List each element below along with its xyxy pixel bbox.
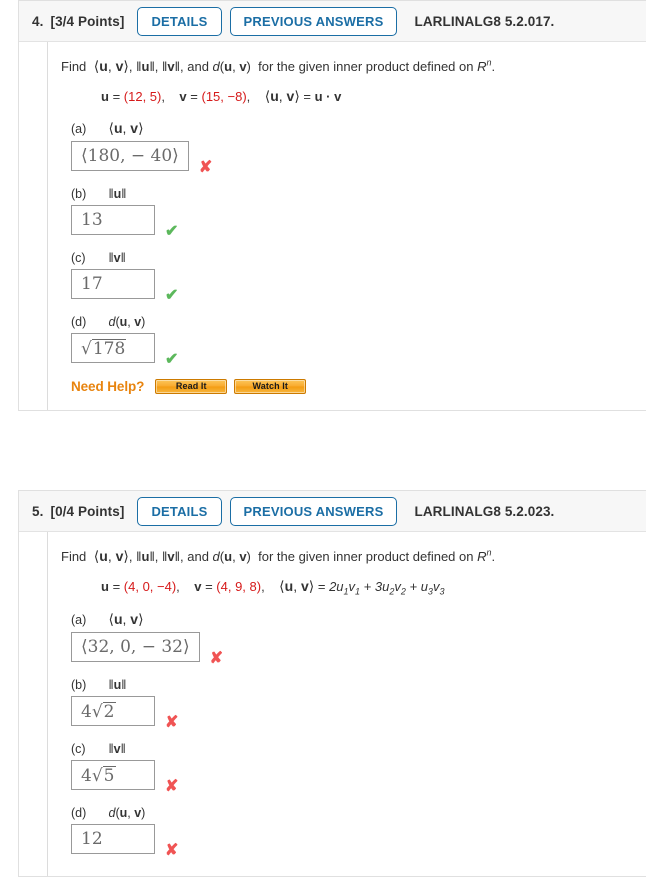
status-icon-wrong-5a: ✘ <box>209 649 224 667</box>
part-c-5: (c) ‖v‖ 4 √ 5 ✘ <box>71 741 646 794</box>
read-it-button-4[interactable]: Read It <box>155 378 228 394</box>
answer-input-4a[interactable]: ⟨180, − 40⟩ <box>71 140 189 171</box>
question-body-5: Find ⟨u, v⟩, ‖u‖, ‖v‖, and d(u, v) for t… <box>19 532 646 876</box>
answer-input-4b[interactable]: 13 <box>71 204 155 235</box>
part-b-tag-5: (b) <box>71 677 87 692</box>
question-number-5: 5. <box>32 503 44 519</box>
sqrt-icon-5b: √ <box>91 701 103 722</box>
prompt-tail-5: for the given inner product defined on <box>258 549 474 564</box>
part-c-tag-5: (c) <box>71 741 86 756</box>
answer-input-5d[interactable]: 12 <box>71 823 155 854</box>
answer-value-4d: 178 <box>91 338 127 359</box>
question-points-5: [0/4 Points] <box>50 503 125 519</box>
part-d-tag-4: (d) <box>71 314 87 329</box>
previous-answers-button-5[interactable]: PREVIOUS ANSWERS <box>229 496 398 526</box>
status-icon-correct-4c: ✔ <box>165 286 179 304</box>
prompt-period-4: . <box>491 59 496 74</box>
part-d-tag-5: (d) <box>71 805 87 820</box>
given-v-value-5: (4, 9, 8) <box>216 579 262 594</box>
question-givens-5: u = (4, 0, −4), v = (4, 9, 8), ⟨u, v⟩ = … <box>101 578 445 597</box>
part-c-4: (c) ‖v‖ 17 ✔ <box>71 250 646 303</box>
question-code-4: LARLINALG8 5.2.017. <box>414 13 555 29</box>
answer-coef-5c: 4 <box>81 765 92 786</box>
question-prompt-5: Find ⟨u, v⟩, ‖u‖, ‖v‖, and d(u, v) for t… <box>61 547 496 564</box>
part-d-4: (d) d(u, v) √ 178 ✔ <box>71 314 646 367</box>
answer-value-5b: 2 <box>102 701 116 722</box>
part-c-label-5: (c) ‖v‖ <box>71 741 126 756</box>
answer-value-5c: 5 <box>102 765 116 786</box>
part-b-label-5: (b) ‖u‖ <box>71 677 127 692</box>
prompt-space-5: R <box>477 549 487 564</box>
part-b-label-4: (b) ‖u‖ <box>71 186 127 201</box>
status-icon-wrong-4a: ✘ <box>198 158 213 176</box>
part-c-label-4: (c) ‖v‖ <box>71 250 126 265</box>
part-b-tag-4: (b) <box>71 186 87 201</box>
answer-input-5a[interactable]: ⟨32, 0, − 32⟩ <box>71 631 200 662</box>
part-b-5: (b) ‖u‖ 4 √ 2 ✘ <box>71 677 646 730</box>
indent-rule-4 <box>47 42 48 410</box>
part-a-label-4: (a) ⟨u, v⟩ <box>71 119 144 136</box>
part-a-tag-4: (a) <box>71 121 87 136</box>
need-help-section-4: Need Help? Read It Watch It <box>71 378 646 394</box>
details-button-4[interactable]: DETAILS <box>137 6 222 36</box>
answer-input-5b[interactable]: 4 √ 2 <box>71 695 155 726</box>
part-a-5: (a) ⟨u, v⟩ ⟨32, 0, − 32⟩ ✘ <box>71 610 646 666</box>
question-points-4: [3/4 Points] <box>50 13 125 29</box>
question-prompt-4: Find ⟨u, v⟩, ‖u‖, ‖v‖, and d(u, v) for t… <box>61 57 496 74</box>
sqrt-icon-5c: √ <box>91 765 103 786</box>
status-icon-wrong-5d: ✘ <box>165 841 179 859</box>
part-c-tag-4: (c) <box>71 250 86 265</box>
given-u-value-4: (12, 5) <box>123 89 162 104</box>
inner-product-def-5: 2u1v1 + 3u2v2 + u3v3 <box>329 579 445 597</box>
status-icon-wrong-5c: ✘ <box>165 777 179 795</box>
status-icon-correct-4d: ✔ <box>165 350 179 368</box>
answer-input-5c[interactable]: 4 √ 5 <box>71 759 155 790</box>
part-a-tag-5: (a) <box>71 612 87 627</box>
part-d-label-4: (d) d(u, v) <box>71 314 146 329</box>
indent-rule-5 <box>47 532 48 876</box>
answer-coef-5b: 4 <box>81 701 92 722</box>
prompt-space-4: R <box>477 59 487 74</box>
part-a-4: (a) ⟨u, v⟩ ⟨180, − 40⟩ ✘ <box>71 119 646 175</box>
given-v-value-4: (15, −8) <box>201 89 247 104</box>
question-code-5: LARLINALG8 5.2.023. <box>414 503 555 519</box>
given-u-value-5: (4, 0, −4) <box>123 579 177 594</box>
question-body-4: Find ⟨u, v⟩, ‖u‖, ‖v‖, and d(u, v) for t… <box>19 42 646 410</box>
question-header-5: 5. [0/4 Points] DETAILS PREVIOUS ANSWERS… <box>19 491 646 532</box>
given-u-label-4: u <box>101 89 109 104</box>
prompt-lead-4: Find <box>61 59 87 74</box>
given-u-label-5: u <box>101 579 109 594</box>
details-button-5[interactable]: DETAILS <box>137 496 222 526</box>
question-card-5: 5. [0/4 Points] DETAILS PREVIOUS ANSWERS… <box>18 490 646 877</box>
prompt-lead-5: Find <box>61 549 87 564</box>
question-card-4: 4. [3/4 Points] DETAILS PREVIOUS ANSWERS… <box>18 0 646 411</box>
answer-input-4c[interactable]: 17 <box>71 268 155 299</box>
given-v-label-4: v <box>179 89 187 104</box>
part-d-label-5: (d) d(u, v) <box>71 805 146 820</box>
question-number-4: 4. <box>32 13 44 29</box>
given-v-label-5: v <box>194 579 202 594</box>
part-a-label-5: (a) ⟨u, v⟩ <box>71 610 144 627</box>
question-givens-4: u = (12, 5), v = (15, −8), ⟨u, v⟩ = u · … <box>101 88 342 104</box>
need-help-label-4: Need Help? <box>71 378 145 394</box>
watch-it-button-4[interactable]: Watch It <box>234 378 307 394</box>
question-header-4: 4. [3/4 Points] DETAILS PREVIOUS ANSWERS… <box>19 1 646 42</box>
answer-input-4d[interactable]: √ 178 <box>71 332 155 363</box>
status-icon-correct-4b: ✔ <box>165 222 179 240</box>
prompt-period-5: . <box>491 549 496 564</box>
prompt-tail-4: for the given inner product defined on <box>258 59 474 74</box>
part-d-5: (d) d(u, v) 12 ✘ <box>71 805 646 858</box>
part-b-4: (b) ‖u‖ 13 ✔ <box>71 186 646 239</box>
inner-product-def-4: u · v <box>314 89 342 104</box>
page-root: 4. [3/4 Points] DETAILS PREVIOUS ANSWERS… <box>0 0 646 879</box>
status-icon-wrong-5b: ✘ <box>165 713 179 731</box>
previous-answers-button-4[interactable]: PREVIOUS ANSWERS <box>229 6 398 36</box>
sqrt-icon-4d: √ <box>81 338 92 359</box>
